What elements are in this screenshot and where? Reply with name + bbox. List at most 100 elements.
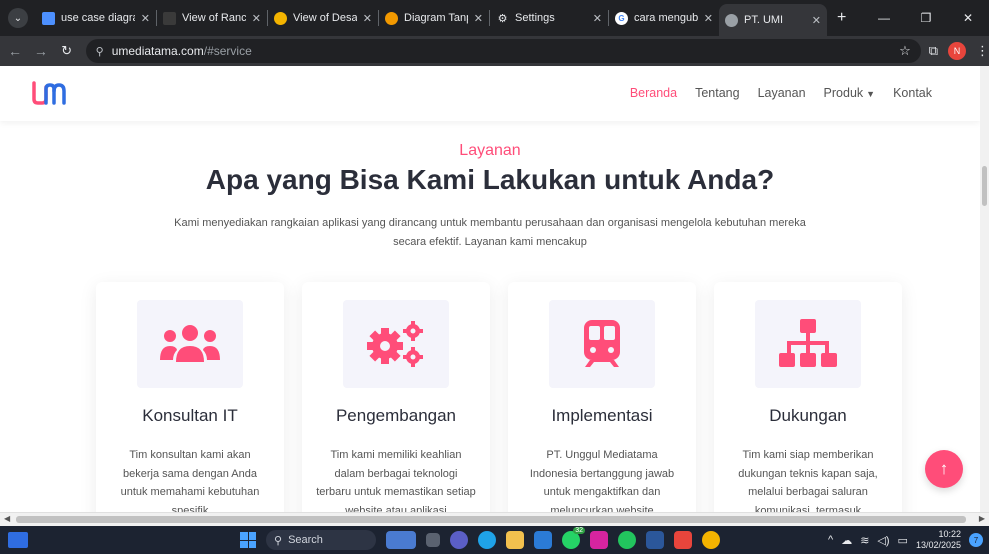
taskbar-clock[interactable]: 10:22 13/02/2025 — [916, 529, 961, 551]
new-tab-plus-icon[interactable]: + — [837, 9, 846, 27]
pdf-app-icon[interactable] — [674, 531, 692, 549]
windows-start-icon[interactable] — [240, 532, 256, 548]
card-title: Konsultan IT — [142, 406, 238, 425]
menu-beranda[interactable]: Beranda — [630, 86, 677, 100]
taskbar-search[interactable]: ⚲ Search — [266, 530, 376, 550]
service-cards: Konsultan IT Tim konsultan kami akan bek… — [96, 282, 902, 512]
chat-app-icon[interactable] — [618, 531, 636, 549]
card-icon-box — [137, 300, 243, 388]
tab-search-chevron-icon[interactable]: ⌄ — [8, 8, 28, 28]
forward-arrow-icon[interactable]: → — [30, 43, 52, 59]
browser-toolbar: ← → ↻ ⚲ umediatama.com/#service ☆ ⧉ N ⋮ — [0, 36, 989, 66]
menu-kontak[interactable]: Kontak — [893, 86, 932, 100]
tab-favicon-icon — [385, 11, 398, 25]
tab-3[interactable]: Diagram Tanpa J ✕ — [379, 4, 489, 32]
tab-close-icon[interactable]: ✕ — [363, 12, 372, 25]
train-icon — [584, 320, 620, 367]
wifi-icon[interactable]: ≋ — [860, 534, 869, 547]
clock-time: 10:22 — [938, 529, 961, 539]
restore-icon[interactable]: ❐ — [905, 11, 947, 25]
task-view-icon[interactable] — [426, 533, 440, 547]
section-heading: Apa yang Bisa Kami Lakukan untuk Anda? — [205, 164, 775, 195]
instagram-icon[interactable] — [590, 531, 608, 549]
menu-produk[interactable]: Produk ▼ — [824, 86, 876, 100]
back-to-top-button[interactable]: ↑ — [925, 450, 963, 488]
tab-title: use case diagram — [61, 12, 135, 24]
onedrive-icon[interactable]: ☁ — [841, 534, 852, 547]
extensions-icon[interactable]: ⧉ — [929, 43, 938, 59]
tab-close-icon[interactable]: ✕ — [252, 12, 261, 25]
site-menu: Beranda Tentang Layanan Produk ▼ Kontak — [630, 86, 932, 100]
notification-badge[interactable]: 7 — [969, 533, 983, 547]
scroll-left-icon[interactable]: ◀ — [4, 514, 10, 523]
page-viewport: Beranda Tentang Layanan Produk ▼ Kontak L… — [0, 66, 980, 512]
tab-1[interactable]: View of Rancang ✕ — [157, 4, 267, 32]
card-icon-box — [549, 300, 655, 388]
menu-tentang[interactable]: Tentang — [695, 86, 739, 100]
bookmark-star-icon[interactable]: ☆ — [899, 43, 911, 59]
tab-0[interactable]: use case diagram ✕ — [36, 4, 156, 32]
google-icon: G — [615, 11, 628, 25]
profile-avatar[interactable]: N — [948, 42, 967, 60]
widgets-icon[interactable] — [8, 532, 28, 548]
meet-icon[interactable] — [450, 531, 468, 549]
edge-icon[interactable] — [478, 531, 496, 549]
vertical-scroll-thumb[interactable] — [982, 166, 987, 206]
weather-widget-icon[interactable] — [386, 531, 416, 549]
tab-close-icon[interactable]: ✕ — [593, 12, 602, 25]
card-icon-box — [755, 300, 861, 388]
card-title: Dukungan — [769, 406, 847, 425]
service-card-konsultan: Konsultan IT Tim konsultan kami akan bek… — [96, 282, 284, 512]
card-title: Implementasi — [551, 406, 653, 425]
tab-favicon-icon — [274, 11, 287, 25]
tab-4[interactable]: ⚙ Settings ✕ — [490, 4, 608, 32]
horizontal-scrollbar[interactable]: ◀ ▶ — [0, 512, 989, 526]
chrome-icon[interactable] — [702, 531, 720, 549]
search-label: Search — [288, 534, 323, 546]
close-window-icon[interactable]: ✕ — [947, 11, 989, 25]
kebab-menu-icon[interactable]: ⋮ — [976, 43, 989, 59]
reload-icon[interactable]: ↻ — [56, 43, 78, 59]
minimize-icon[interactable]: — — [863, 11, 905, 25]
umi-logo-icon[interactable] — [32, 81, 66, 105]
window-controls: — ❐ ✕ — [863, 0, 989, 36]
tab-5[interactable]: G cara mengubah ✕ — [609, 4, 719, 32]
card-description: Tim konsultan kami akan bekerja sama den… — [120, 449, 260, 512]
tab-title: Diagram Tanpa J — [404, 12, 468, 24]
tab-close-icon[interactable]: ✕ — [812, 14, 821, 27]
section-lead: Kami menyediakan rangkaian aplikasi yang… — [174, 217, 806, 248]
tab-close-icon[interactable]: ✕ — [704, 12, 713, 25]
file-explorer-icon[interactable] — [506, 531, 524, 549]
card-icon-box — [343, 300, 449, 388]
site-info-icon[interactable]: ⚲ — [96, 45, 104, 58]
tab-active[interactable]: PT. UMI ✕ — [719, 4, 827, 36]
card-description: Tim kami siap memberikan dukungan teknis… — [738, 449, 878, 512]
back-arrow-icon[interactable]: ← — [4, 43, 26, 59]
speaker-icon[interactable]: ◁) — [877, 534, 889, 547]
tray-chevron-up-icon[interactable]: ^ — [828, 534, 833, 546]
whatsapp-icon[interactable]: 32 — [562, 527, 585, 549]
service-card-implementasi: Implementasi PT. Unggul Mediatama Indone… — [508, 282, 696, 512]
horizontal-scroll-thumb[interactable] — [16, 516, 966, 523]
gear-icon: ⚙ — [497, 12, 508, 25]
tab-close-icon[interactable]: ✕ — [474, 12, 483, 25]
vertical-scrollbar[interactable] — [980, 66, 989, 512]
tab-2[interactable]: View of Desain I ✕ — [268, 4, 378, 32]
tab-title: cara mengubah — [634, 12, 698, 24]
tab-close-icon[interactable]: ✕ — [141, 12, 150, 25]
system-tray: ^ ☁ ≋ ◁) ▭ 10:22 13/02/2025 7 — [828, 526, 983, 554]
tab-title: View of Desain I — [293, 12, 357, 24]
battery-icon[interactable]: ▭ — [898, 534, 908, 547]
card-title: Pengembangan — [335, 406, 457, 425]
tab-favicon-icon — [42, 11, 55, 25]
scroll-right-icon[interactable]: ▶ — [979, 514, 985, 523]
taskbar-apps: ⚲ Search 32 — [240, 527, 720, 550]
browser-tab-strip: ⌄ use case diagram ✕ View of Rancang ✕ V… — [0, 0, 989, 36]
tab-favicon-icon — [163, 11, 176, 25]
address-bar[interactable]: ⚲ umediatama.com/#service ☆ — [85, 39, 921, 63]
url-host: umediatama.com — [111, 44, 204, 58]
gears-icon — [367, 321, 423, 367]
store-icon[interactable] — [534, 531, 552, 549]
word-icon[interactable] — [646, 531, 664, 549]
menu-layanan[interactable]: Layanan — [758, 86, 806, 100]
